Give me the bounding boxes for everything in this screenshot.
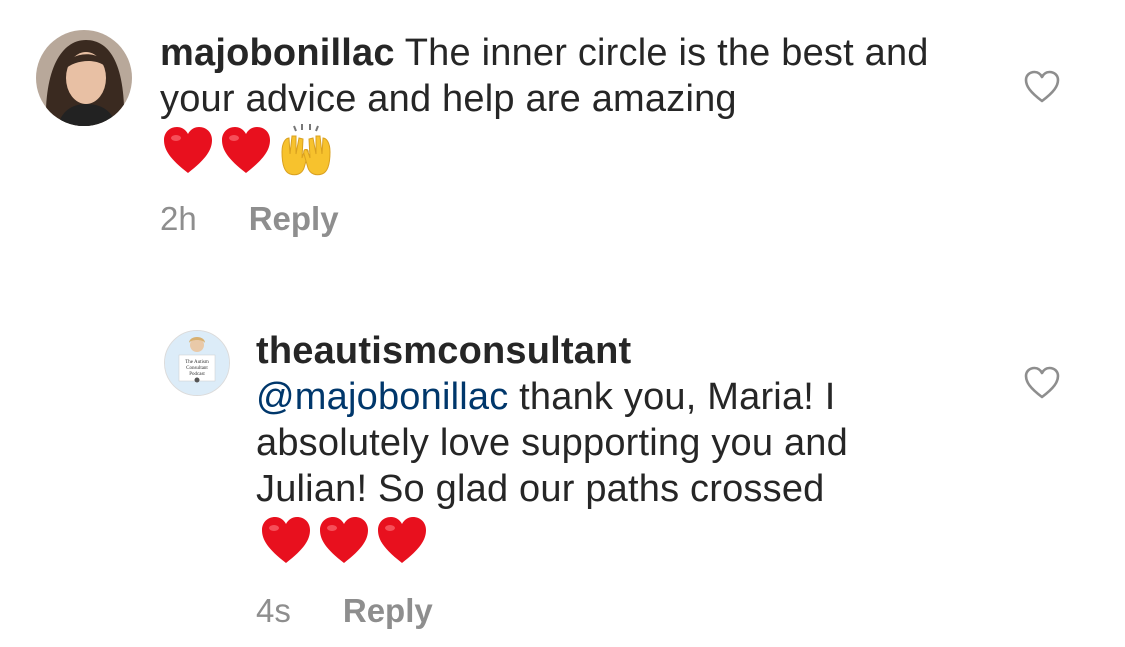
raising-hands-emoji [278,124,334,178]
heart-emoji [318,516,370,566]
comment-theautismconsultant: The Autism Consultant Podcast theautismc… [0,320,1125,647]
reply-button[interactable]: Reply [343,592,433,630]
heart-emoji [260,516,312,566]
heart-icon[interactable] [1024,70,1060,104]
podcast-logo: The Autism Consultant Podcast [165,331,229,395]
mention-link[interactable]: @majobonillac [256,376,508,418]
avatar[interactable] [36,30,132,126]
emoji-row [260,516,428,566]
avatar-caption-line: Podcast [189,372,205,377]
reply-button[interactable]: Reply [249,200,339,238]
avatar[interactable]: The Autism Consultant Podcast [164,330,230,396]
timestamp: 2h [160,200,197,237]
comment-username[interactable]: majobonillac [160,32,395,74]
profile-photo [36,30,132,126]
comment-text: majobonillac The inner circle is the bes… [160,30,980,122]
comment-meta: 4s Reply [256,592,433,630]
heart-emoji [220,126,272,176]
emoji-row [162,124,334,178]
timestamp: 4s [256,592,291,629]
avatar-caption-line: Consultant [186,366,208,371]
avatar-caption-line: The Autism [185,360,209,365]
comment-majobonillac: majobonillac The inner circle is the bes… [0,0,1125,280]
heart-icon[interactable] [1024,366,1060,400]
heart-emoji [162,126,214,176]
heart-emoji [376,516,428,566]
comment-meta: 2h Reply [160,200,339,238]
comment-username[interactable]: theautismconsultant [256,328,956,374]
comment-text: theautismconsultant @majobonillac thank … [256,328,956,512]
